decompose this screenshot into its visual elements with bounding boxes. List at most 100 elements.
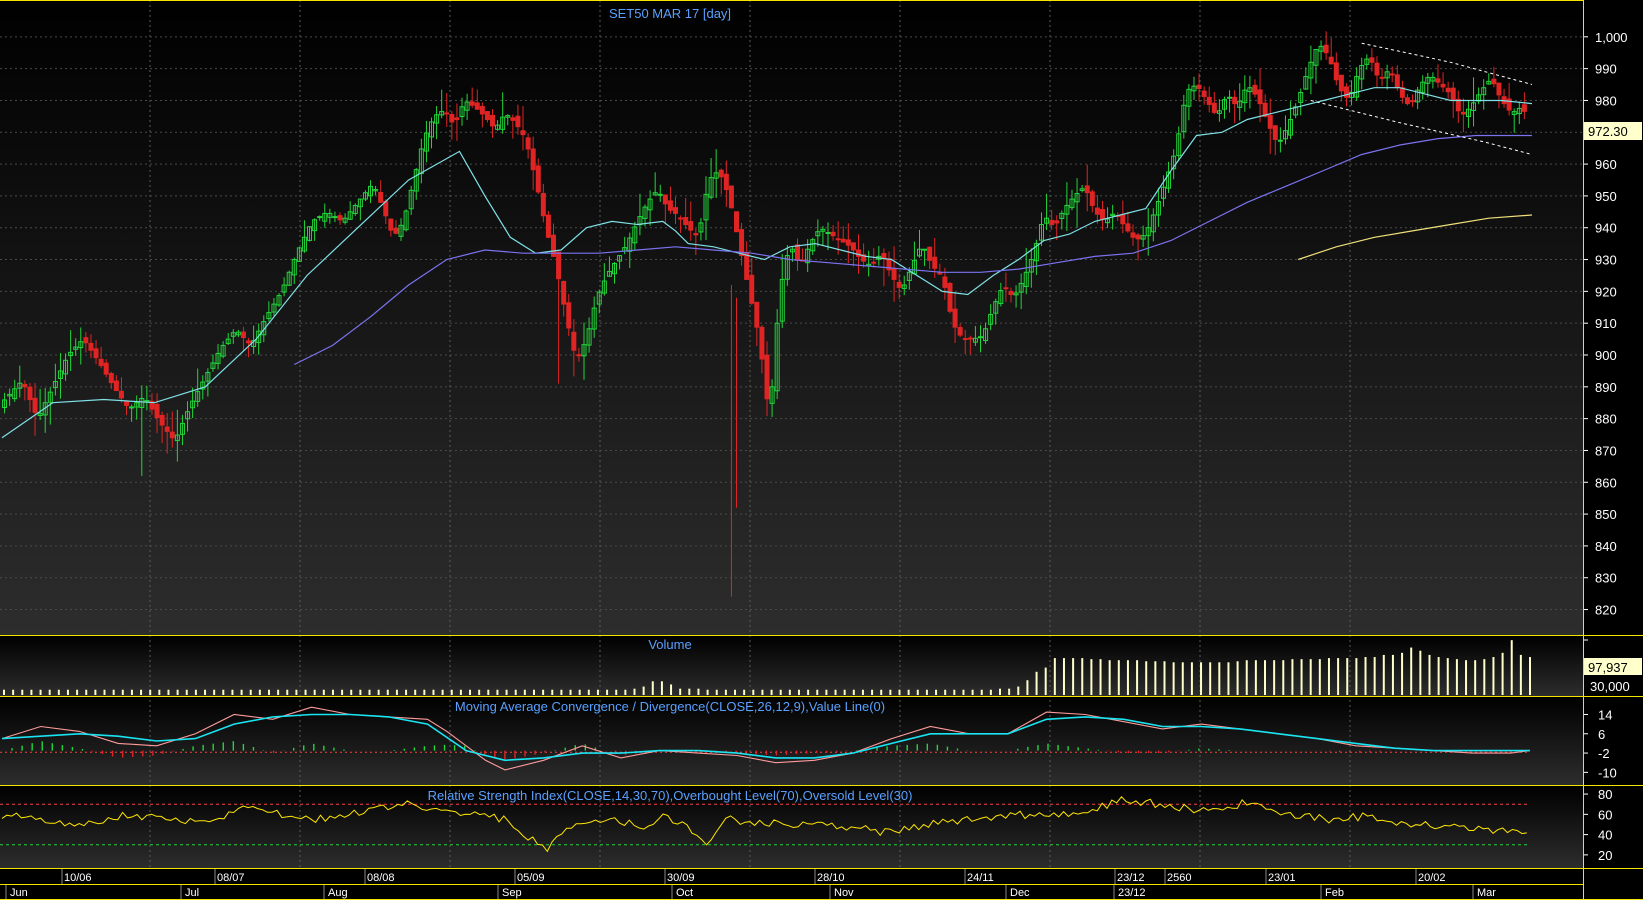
- price-tick-label: 950: [1595, 189, 1617, 204]
- candle-body: [662, 194, 668, 205]
- month-label: Jun: [10, 887, 28, 899]
- candle-body: [1491, 78, 1497, 85]
- candle-body: [1232, 96, 1238, 105]
- price-last-value: 972.30: [1588, 124, 1628, 139]
- volume-title: Volume: [648, 637, 691, 652]
- chart-window: 820 830 840 850 860 870 880 890 900 910 920 930 940 9…: [0, 0, 1643, 900]
- candle-body: [744, 251, 750, 280]
- date-label: 08/08: [367, 872, 395, 884]
- volume-panel[interactable]: [0, 636, 1583, 696]
- candle-body: [794, 244, 800, 261]
- date-label: 05/09: [517, 872, 545, 884]
- candle-body: [967, 337, 973, 340]
- price-tick-label: 940: [1595, 221, 1617, 236]
- candle-body: [1410, 100, 1416, 103]
- candle-body: [718, 169, 724, 178]
- candle-body: [891, 268, 897, 280]
- price-tick-label: 850: [1595, 507, 1617, 522]
- candle-body: [246, 340, 252, 344]
- candle-body: [154, 403, 160, 419]
- rsi-title: Relative Strength Index(CLOSE,14,30,70),…: [428, 788, 913, 803]
- candle-body: [388, 218, 394, 231]
- candle-body: [1049, 219, 1055, 226]
- candle-body: [1369, 57, 1375, 63]
- candle-body: [469, 101, 475, 106]
- rsi-tick-label: 80: [1598, 787, 1612, 802]
- candle-body: [825, 232, 831, 234]
- candle-body: [545, 214, 551, 238]
- price-tick-label: 820: [1595, 603, 1617, 618]
- date-label: 08/07: [217, 872, 245, 884]
- macd-tick-label: 14: [1598, 707, 1612, 722]
- candle-body: [835, 238, 841, 241]
- candle-body: [103, 362, 109, 375]
- candle-body: [393, 227, 399, 234]
- rsi-tick-label: 60: [1598, 807, 1612, 822]
- candle-body: [673, 207, 679, 214]
- candle-body: [850, 242, 856, 251]
- candle-body: [159, 414, 165, 426]
- candle-body: [1084, 185, 1090, 194]
- candle-body: [566, 302, 572, 329]
- date-label: 30/09: [667, 872, 695, 884]
- price-tick-label: 830: [1595, 571, 1617, 586]
- candle-body: [1496, 82, 1502, 96]
- month-label: Sep: [502, 887, 522, 899]
- candle-body: [1120, 214, 1126, 225]
- candle-body: [332, 216, 338, 219]
- date-label: 23/01: [1268, 872, 1296, 884]
- candle-body: [479, 106, 485, 115]
- candle-body: [1089, 191, 1095, 206]
- candle-body: [1328, 56, 1334, 65]
- chart-canvas[interactable]: 820 830 840 850 860 870 880 890 900 910 920 930 940 9…: [0, 0, 1643, 900]
- candle-body: [922, 248, 928, 251]
- candle-body: [723, 173, 729, 191]
- date-label: 28/10: [817, 872, 845, 884]
- candle-body: [1099, 209, 1105, 220]
- candle-body: [1003, 287, 1009, 290]
- candle-body: [1267, 115, 1273, 129]
- candle-body: [1130, 232, 1136, 238]
- candle-body: [556, 251, 562, 280]
- candle-body: [1389, 73, 1395, 76]
- candle-body: [484, 111, 490, 121]
- candle-body: [535, 165, 541, 193]
- candle-body: [657, 193, 663, 196]
- candle-body: [129, 406, 135, 409]
- candle-body: [1323, 44, 1329, 54]
- candle-body: [169, 431, 175, 439]
- candle-body: [113, 380, 119, 392]
- candle-body: [540, 192, 546, 217]
- candle-body: [1135, 234, 1141, 240]
- candle-body: [32, 397, 38, 413]
- price-tick-label: 920: [1595, 284, 1617, 299]
- candle-body: [83, 337, 89, 344]
- volume-last-value: 97,937: [1588, 660, 1628, 675]
- candle-body: [108, 373, 114, 384]
- candle-body: [1374, 62, 1380, 76]
- candle-body: [510, 117, 516, 121]
- candle-body: [1201, 90, 1207, 97]
- candle-body: [1450, 87, 1456, 101]
- candle-body: [520, 130, 526, 136]
- candle-body: [93, 348, 99, 359]
- candle-body: [754, 301, 760, 328]
- candle-body: [164, 426, 170, 432]
- candle-body: [1445, 87, 1451, 93]
- candle-body: [896, 281, 902, 288]
- candle-body: [530, 148, 536, 171]
- candle-body: [977, 336, 983, 339]
- candle-body: [454, 117, 460, 121]
- candle-body: [667, 200, 673, 211]
- candle-body: [576, 354, 582, 357]
- candle-body: [1394, 74, 1400, 89]
- price-tick-label: 860: [1595, 475, 1617, 490]
- candle-body: [1338, 74, 1344, 92]
- candle-body: [678, 217, 684, 220]
- candle-body: [474, 102, 480, 110]
- candle-body: [1008, 290, 1014, 296]
- candle-body: [1252, 84, 1258, 95]
- candle-body: [927, 246, 933, 261]
- month-label: Dec: [1010, 887, 1030, 899]
- price-tick-label: 840: [1595, 539, 1617, 554]
